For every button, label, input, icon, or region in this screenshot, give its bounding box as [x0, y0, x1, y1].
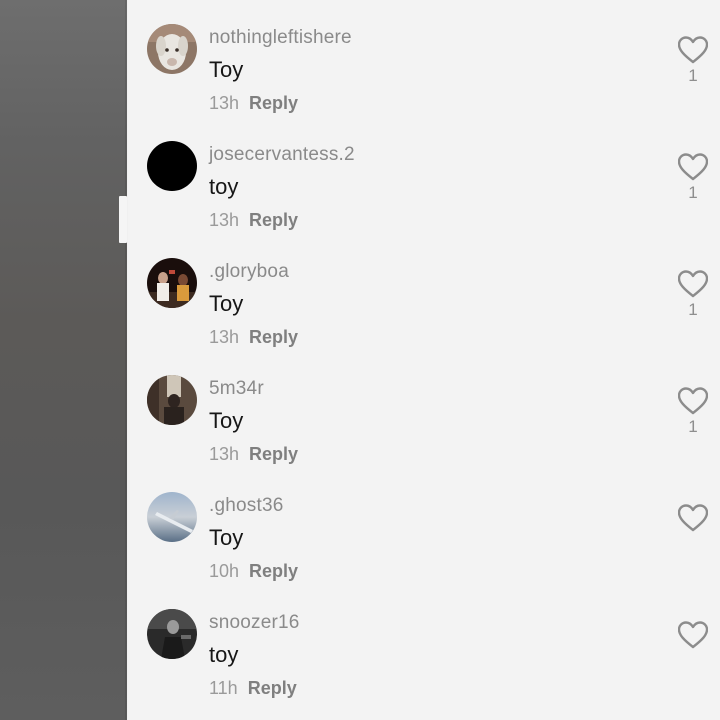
comment-timestamp: 13h — [209, 327, 240, 347]
reply-button[interactable]: Reply — [248, 678, 297, 698]
comment-meta: 13h Reply — [209, 444, 298, 465]
comment-username[interactable]: snoozer16 — [209, 612, 300, 634]
comment-meta: 13h Reply — [209, 93, 298, 114]
white-dog-avatar-icon[interactable] — [147, 24, 197, 74]
reply-button[interactable]: Reply — [249, 93, 298, 113]
background-video-area — [0, 0, 127, 720]
comment-text: toy — [209, 174, 239, 199]
comment-item: .gloryboa Toy 13h Reply 1 — [128, 234, 720, 351]
drag-handle[interactable] — [119, 196, 127, 243]
reply-button[interactable]: Reply — [249, 561, 298, 581]
comment-meta: 13h Reply — [209, 210, 298, 231]
comment-timestamp: 13h — [209, 444, 240, 464]
reply-button[interactable]: Reply — [249, 327, 298, 347]
comment-timestamp: 13h — [209, 210, 240, 230]
comment-item: snoozer16 toy 11h Reply — [128, 585, 720, 702]
like-count: 1 — [688, 300, 698, 319]
comment-item: .ghost36 Toy 10h Reply — [128, 468, 720, 585]
comment-text: Toy — [209, 57, 244, 82]
airplane-wing-avatar-icon[interactable] — [147, 492, 197, 542]
comment-item: 5m34r Toy 13h Reply 1 — [128, 351, 720, 468]
reply-button[interactable]: Reply — [249, 210, 298, 230]
black-circle-avatar-icon[interactable] — [147, 141, 197, 191]
comment-text: Toy — [209, 525, 244, 550]
comment-text: Toy — [209, 291, 244, 316]
comment-timestamp: 13h — [209, 93, 240, 113]
heart-icon[interactable] — [678, 387, 708, 415]
comment-meta: 13h Reply — [209, 327, 298, 348]
photo-avatar-icon[interactable] — [147, 609, 197, 659]
like-count: 1 — [688, 183, 698, 202]
comment-text: toy — [209, 642, 239, 667]
heart-icon[interactable] — [678, 36, 708, 64]
reply-button[interactable]: Reply — [249, 444, 298, 464]
heart-icon[interactable] — [678, 621, 708, 649]
heart-icon[interactable] — [678, 153, 708, 181]
heart-icon[interactable] — [678, 270, 708, 298]
comment-text: Toy — [209, 408, 244, 433]
photo-avatar-icon[interactable] — [147, 375, 197, 425]
comment-item: nothingleftishere Toy 13h Reply 1 — [128, 0, 720, 117]
comment-username[interactable]: .gloryboa — [209, 261, 289, 283]
like-count: 1 — [688, 66, 698, 85]
comment-username[interactable]: 5m34r — [209, 378, 264, 400]
comment-meta: 10h Reply — [209, 561, 298, 582]
comment-meta: 11h Reply — [209, 678, 297, 699]
screen: nothingleftishere Toy 13h Reply 1 josecer… — [0, 0, 720, 720]
comment-timestamp: 10h — [209, 561, 240, 581]
photo-avatar-icon[interactable] — [147, 258, 197, 308]
comment-username[interactable]: josecervantess.2 — [209, 144, 355, 166]
heart-icon[interactable] — [678, 504, 708, 532]
comment-timestamp: 11h — [209, 678, 238, 698]
comment-username[interactable]: .ghost36 — [209, 495, 284, 517]
comments-sheet: nothingleftishere Toy 13h Reply 1 josecer… — [128, 0, 720, 720]
like-count: 1 — [688, 417, 698, 436]
comment-username[interactable]: nothingleftishere — [209, 27, 352, 49]
comment-item: josecervantess.2 toy 13h Reply 1 — [128, 117, 720, 234]
